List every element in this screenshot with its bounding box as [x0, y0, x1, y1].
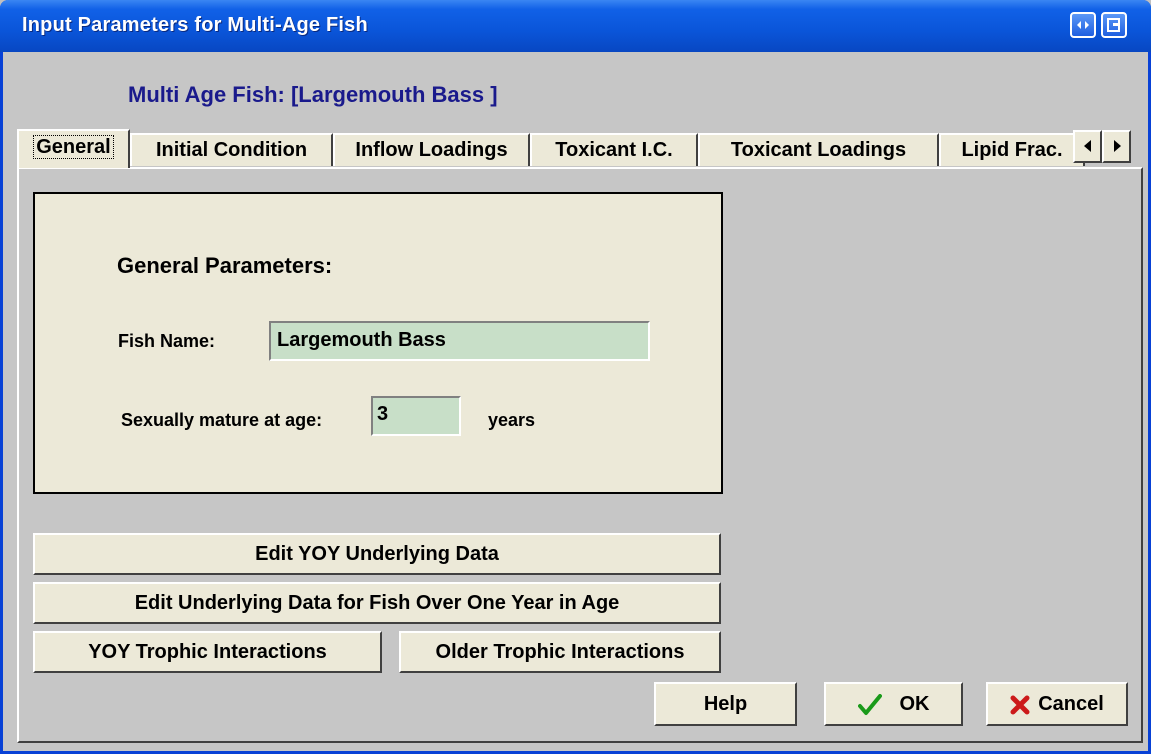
tab-scroll-right-button[interactable] [1102, 130, 1131, 163]
tab-toxicant-ic[interactable]: Toxicant I.C. [530, 133, 698, 166]
fish-name-label: Fish Name: [118, 331, 216, 351]
tab-lipid-frac[interactable]: Lipid Frac. [939, 133, 1085, 166]
group-title: General Parameters: [117, 253, 333, 278]
mature-age-unit: years [488, 410, 536, 430]
arrow-left-icon [1083, 140, 1091, 152]
tab-initial-condition[interactable]: Initial Condition [130, 133, 333, 166]
mature-age-field[interactable]: 3 [371, 396, 461, 436]
restore-icon [1077, 21, 1089, 29]
cancel-button[interactable]: Cancel [986, 682, 1128, 726]
tab-general[interactable]: General [17, 129, 130, 168]
window-title: Input Parameters for Multi-Age Fish [22, 14, 368, 36]
edit-over-one-year-data-button[interactable]: Edit Underlying Data for Fish Over One Y… [33, 582, 721, 624]
older-trophic-button[interactable]: Older Trophic Interactions [399, 631, 721, 673]
x-icon [1010, 695, 1030, 715]
ok-button[interactable]: OK [824, 682, 963, 726]
tab-general-label: General [33, 135, 114, 159]
maximize-icon [1107, 18, 1120, 32]
help-button[interactable]: Help [654, 682, 797, 726]
tab-scroll-left-button[interactable] [1073, 130, 1102, 163]
edit-yoy-data-button[interactable]: Edit YOY Underlying Data [33, 533, 721, 575]
cancel-label: Cancel [1038, 693, 1104, 715]
fish-heading: Multi Age Fish: [Largemouth Bass ] [128, 82, 498, 107]
fish-name-field[interactable]: Largemouth Bass [269, 321, 650, 361]
title-bar[interactable]: Input Parameters for Multi-Age Fish [0, 0, 1151, 52]
check-icon [857, 693, 882, 715]
tab-inflow-loadings[interactable]: Inflow Loadings [333, 133, 530, 166]
maximize-button[interactable] [1101, 12, 1127, 38]
arrow-right-icon [1113, 140, 1121, 152]
ok-label: OK [899, 693, 930, 715]
mature-age-label: Sexually mature at age: [121, 410, 323, 430]
restore-button[interactable] [1070, 12, 1096, 38]
tab-toxicant-loadings[interactable]: Toxicant Loadings [698, 133, 939, 166]
yoy-trophic-button[interactable]: YOY Trophic Interactions [33, 631, 382, 673]
